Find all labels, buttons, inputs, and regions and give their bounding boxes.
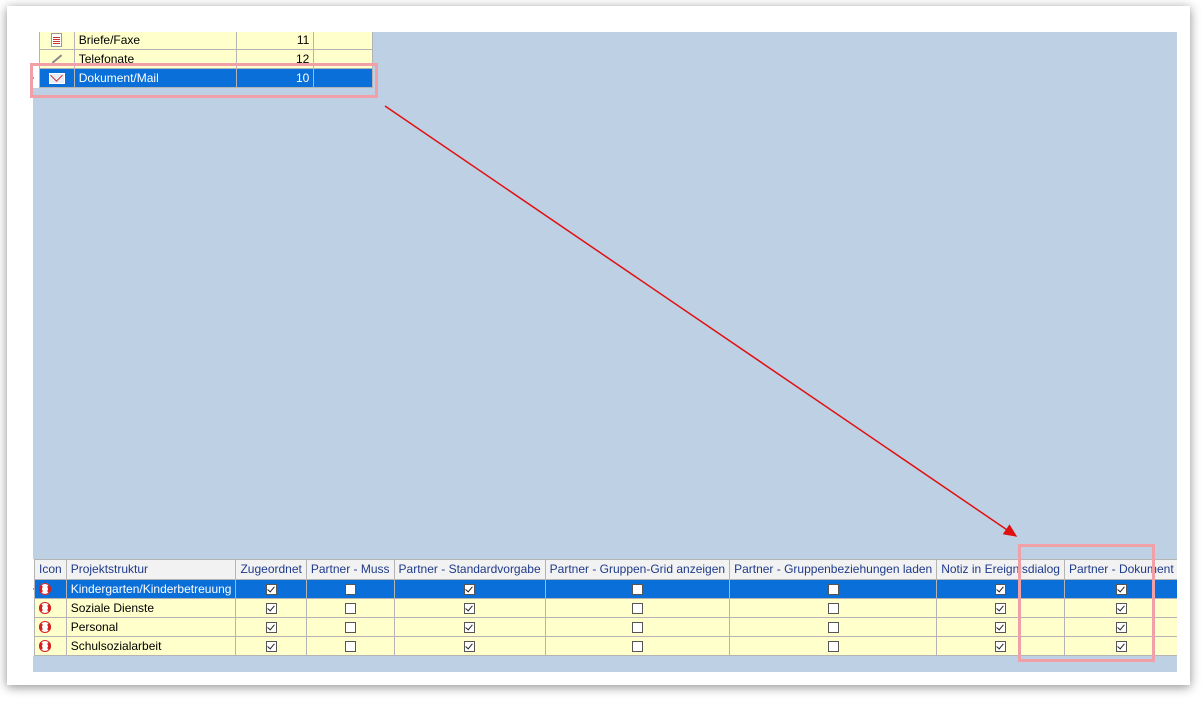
project-row[interactable]: Kindergarten/Kinderbetreuung [33,579,1177,599]
project-row[interactable]: Soziale Dienste [33,598,1177,618]
checkbox-cell [305,617,395,637]
checkbox-cell [235,636,307,656]
column-header[interactable]: Icon [34,559,67,580]
column-header[interactable]: Partner - Muss [305,559,395,580]
checked-checkbox[interactable] [995,621,1007,633]
project-icon-cell [34,636,67,656]
unchecked-checkbox[interactable] [344,583,356,595]
column-header[interactable]: Zugeordnet [235,559,307,580]
workspace-canvas: Briefe/Faxe 11 Telefonate 12 Dokument/Mail 10… [33,32,1177,672]
checkbox-cell [305,636,395,656]
checkbox-cell [305,579,395,599]
column-header[interactable]: Projektstruktur [65,559,237,580]
project-structure-grid: Icon Projektstruktur Zugeordnet Partner - M… [33,559,1177,656]
checked-checkbox[interactable] [265,583,277,595]
checkbox-cell [544,598,731,618]
checked-checkbox[interactable] [995,583,1007,595]
project-icon-cell [34,617,67,637]
event-icon-cell [38,32,75,50]
event-number: 11 [236,32,315,50]
current-row-icon [33,584,34,593]
project-row[interactable]: Personal [33,617,1177,637]
checked-checkbox[interactable] [464,602,476,614]
unchecked-checkbox[interactable] [344,602,356,614]
unchecked-checkbox[interactable] [827,602,839,614]
checkbox-cell [544,617,731,637]
checked-checkbox[interactable] [265,621,277,633]
column-header[interactable]: Partner - Gruppenbeziehungen laden [729,559,938,580]
highlight-selected-event-row [30,63,378,98]
checkbox-cell [729,598,938,618]
checkbox-cell [393,636,546,656]
checked-checkbox[interactable] [995,640,1007,652]
project-name: Schulsozialarbeit [65,636,237,656]
project-name: Personal [65,617,237,637]
unchecked-checkbox[interactable] [631,583,643,595]
checkbox-cell [729,617,938,637]
checkbox-cell [235,579,307,599]
checkbox-cell [235,617,307,637]
unchecked-checkbox[interactable] [631,602,643,614]
lifebuoy-icon [39,583,51,596]
checkbox-cell [393,598,546,618]
unchecked-checkbox[interactable] [631,640,643,652]
project-name: Soziale Dienste [65,598,237,618]
unchecked-checkbox[interactable] [827,583,839,595]
project-icon-cell [34,598,67,618]
checkbox-cell [544,579,731,599]
checked-checkbox[interactable] [464,621,476,633]
event-label: Briefe/Faxe [73,32,238,50]
unchecked-checkbox[interactable] [631,621,643,633]
unchecked-checkbox[interactable] [827,621,839,633]
column-header[interactable]: Partner - Standardvorgabe [393,559,546,580]
empty-cell [313,32,373,50]
event-row[interactable]: Briefe/Faxe 11 [33,32,373,50]
checkbox-cell [305,598,395,618]
document-icon [51,33,63,48]
lifebuoy-icon [39,621,51,634]
lifebuoy-icon [39,602,51,615]
checkbox-cell [544,636,731,656]
column-header[interactable]: Partner - Gruppen-Grid anzeigen [544,559,731,580]
checkbox-cell [729,636,938,656]
checkbox-cell [393,579,546,599]
lifebuoy-icon [39,640,51,653]
project-name: Kindergarten/Kinderbetreuung [65,579,237,599]
checked-checkbox[interactable] [464,583,476,595]
highlight-partner-dokument-column [1018,544,1155,662]
project-icon-cell [34,579,67,599]
checked-checkbox[interactable] [464,640,476,652]
checked-checkbox[interactable] [995,602,1007,614]
checkbox-cell [235,598,307,618]
project-row[interactable]: Schulsozialarbeit [33,636,1177,656]
checked-checkbox[interactable] [265,640,277,652]
unchecked-checkbox[interactable] [827,640,839,652]
checked-checkbox[interactable] [265,602,277,614]
screenshot-frame: Briefe/Faxe 11 Telefonate 12 Dokument/Mail 10… [7,6,1190,685]
checkbox-cell [729,579,938,599]
checkbox-cell [393,617,546,637]
unchecked-checkbox[interactable] [344,621,356,633]
unchecked-checkbox[interactable] [344,640,356,652]
